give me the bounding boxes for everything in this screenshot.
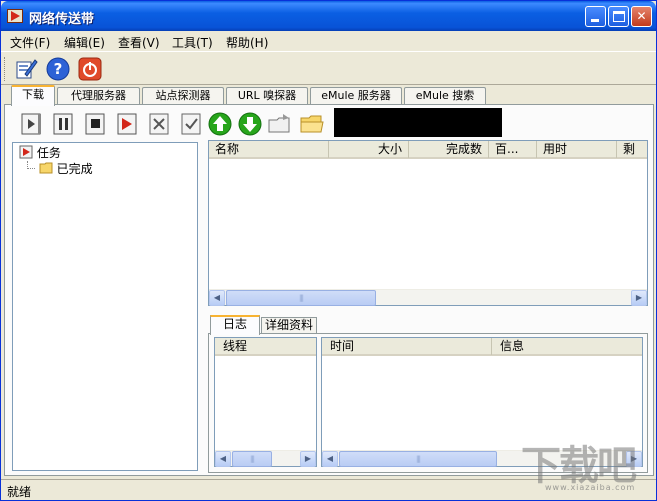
menu-help[interactable]: 帮助(H) [226,34,268,51]
menu-tools[interactable]: 工具(T) [172,34,213,51]
menu-edit[interactable]: 编辑(E) [64,34,105,51]
tree-item-completed[interactable]: 已完成 [27,161,93,177]
open-folder-icon[interactable] [267,110,293,138]
scroll-left-button[interactable]: ◀ [322,451,338,467]
col-log-info[interactable]: 信息 [492,338,642,355]
scroll-thumb[interactable]: ||| [339,451,497,467]
tab-log[interactable]: 日志 [210,315,260,335]
tab-emule-server[interactable]: eMule 服务器 [310,87,402,105]
col-thread[interactable]: 线程 [215,338,316,355]
menu-view[interactable]: 查看(V) [118,34,160,51]
power-icon[interactable] [77,56,103,82]
tree-connector [27,161,35,169]
close-icon: ✕ [636,9,647,23]
menu-file[interactable]: 文件(F) [10,34,50,51]
log-list-header: 时间 信息 [322,338,642,356]
toolbar-grip[interactable] [4,57,7,81]
speed-graph [334,108,502,137]
task-list-header: 名称 大小 完成数 百... 用时 剩 [209,141,647,159]
move-down-icon[interactable] [237,110,263,138]
app-icon[interactable] [7,9,23,23]
download-toolbar [9,108,649,140]
window-title: 网络传送带 [29,12,95,27]
col-size[interactable]: 大小 [329,141,409,158]
lower-tabs: 日志 详细资料 [208,315,648,335]
start-icon[interactable] [19,110,45,138]
help-icon[interactable]: ? [45,56,71,82]
tab-details[interactable]: 详细资料 [261,317,317,334]
watermark: 下载吧 www.xiazaiba.com [521,433,656,499]
maximize-icon [613,11,625,22]
new-task-icon[interactable] [115,110,141,138]
minimize-icon [591,19,599,22]
task-tree: 任务 已完成 [12,142,198,471]
thread-list: 线程 ◀ ||| ▶ [214,337,317,467]
folder-icon[interactable] [299,110,325,138]
tab-url-sniffer[interactable]: URL 嗅探器 [226,87,308,105]
edit-icon[interactable] [13,56,39,82]
task-list: 名称 大小 完成数 百... 用时 剩 ◀ ||| ▶ [208,140,648,306]
tab-proxy[interactable]: 代理服务器 [57,87,140,105]
tree-root-tasks[interactable]: 任务 [19,145,61,161]
app-window: 网络传送带 ✕ 文件(F) 编辑(E) 查看(V) 工具(T) 帮助(H) ? … [0,0,657,501]
scroll-thumb[interactable]: ||| [232,451,272,467]
pause-icon[interactable] [51,110,77,138]
svg-text:?: ? [54,60,63,78]
move-up-icon[interactable] [207,110,233,138]
col-log-time[interactable]: 时间 [322,338,492,355]
delete-icon[interactable] [147,110,173,138]
close-button[interactable]: ✕ [631,6,652,27]
col-time[interactable]: 用时 [537,141,617,158]
col-remaining[interactable]: 剩 [617,141,647,158]
tree-child-label: 已完成 [56,162,93,176]
thread-list-header: 线程 [215,338,316,356]
menu-bar: 文件(F) 编辑(E) 查看(V) 工具(T) 帮助(H) [1,31,656,51]
task-list-hscroll[interactable]: ◀ ||| ▶ [209,289,647,306]
maximize-button[interactable] [608,6,629,27]
tab-site-probe[interactable]: 站点探测器 [142,87,224,105]
col-completed[interactable]: 完成数 [409,141,489,158]
main-toolbar: ? [1,51,656,85]
col-percent[interactable]: 百... [489,141,537,158]
scroll-thumb[interactable]: ||| [226,290,376,306]
scroll-left-button[interactable]: ◀ [215,451,231,467]
scroll-right-button[interactable]: ▶ [631,290,647,306]
task-node-icon [19,145,33,159]
main-tabs: 下载 代理服务器 站点探测器 URL 嗅探器 eMule 服务器 eMule 搜… [1,85,656,106]
tab-emule-search[interactable]: eMule 搜索 [404,87,486,105]
folder-icon [39,162,53,174]
check-icon[interactable] [179,110,205,138]
scroll-right-button[interactable]: ▶ [300,451,316,467]
thread-list-hscroll[interactable]: ◀ ||| ▶ [215,450,316,467]
scroll-left-button[interactable]: ◀ [209,290,225,306]
stop-icon[interactable] [83,110,109,138]
tree-root-label: 任务 [36,146,61,160]
watermark-url: www.xiazaiba.com [545,483,636,492]
col-name[interactable]: 名称 [209,141,329,158]
minimize-button[interactable] [585,6,606,27]
title-bar[interactable]: 网络传送带 ✕ [1,1,656,31]
status-text: 就绪 [7,485,32,499]
tab-download[interactable]: 下载 [11,85,55,106]
